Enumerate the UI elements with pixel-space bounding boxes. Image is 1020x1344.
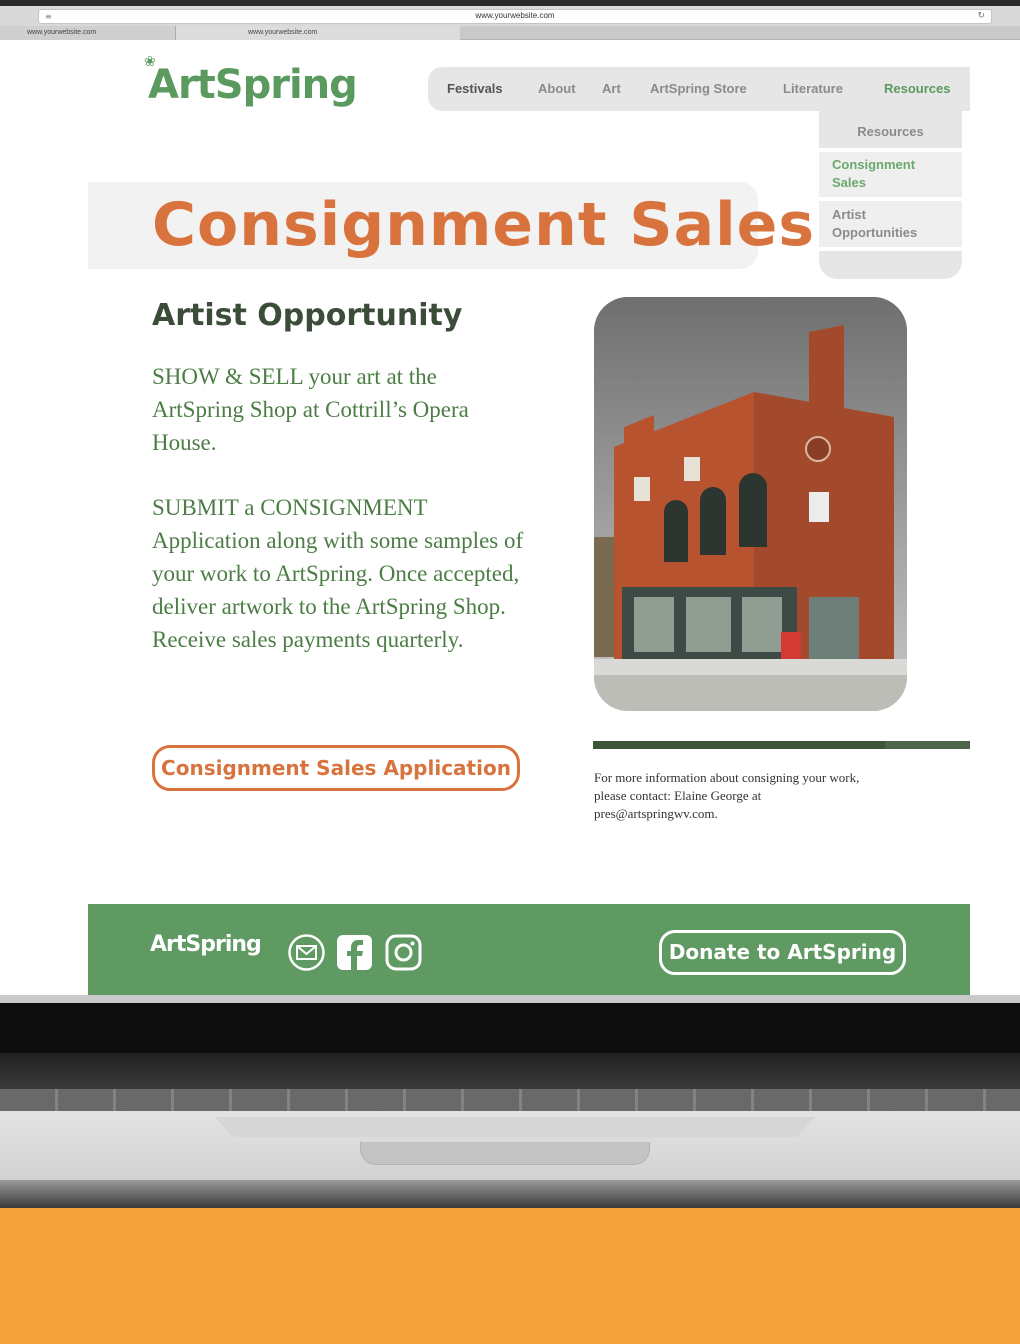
intro-paragraph: SHOW & SELL your art at the ArtSpring Sh…	[152, 364, 469, 455]
footer-logo[interactable]: ArtSpring	[150, 932, 262, 957]
nav-item-about[interactable]: About	[538, 81, 576, 96]
web-page: ❀ ArtSpring Festivals About Art ArtSprin…	[0, 40, 1020, 995]
building-illustration	[594, 297, 907, 711]
page-title: Consignment Sales	[152, 190, 816, 260]
opera-house-photo	[594, 297, 907, 711]
laptop-base-edge	[0, 1180, 1020, 1208]
browser-tab[interactable]: www.yourwebsite.com	[0, 26, 176, 40]
page-title-banner: Consignment Sales	[88, 182, 814, 269]
browser-toolbar: ≡ www.yourwebsite.com ↻	[0, 6, 1020, 26]
laptop-hinge	[0, 1003, 1020, 1053]
instagram-icon[interactable]	[385, 934, 422, 971]
payment-text: Receive sales payments quarterly.	[152, 627, 464, 652]
browser-tab-bar: www.yourwebsite.com www.yourwebsite.com	[0, 26, 1020, 40]
nav-item-festivals[interactable]: Festivals	[447, 81, 503, 96]
section-heading: Artist Opportunity	[152, 298, 463, 333]
consignment-application-button[interactable]: Consignment Sales Application	[152, 745, 520, 791]
facebook-icon[interactable]	[336, 934, 373, 971]
contact-info: For more information about consigning yo…	[594, 770, 860, 821]
nav-item-literature[interactable]: Literature	[783, 81, 843, 96]
dropdown-item-consignment-sales[interactable]: Consignment Sales	[819, 152, 962, 197]
nav-item-resources[interactable]: Resources	[884, 81, 950, 96]
resources-dropdown: Resources Consignment Sales Artist Oppor…	[819, 111, 962, 279]
dropdown-label-line: Opportunities	[832, 225, 918, 240]
artspring-logo[interactable]: ❀ ArtSpring	[144, 54, 358, 108]
mail-icon[interactable]	[288, 934, 325, 971]
address-url: www.yourwebsite.com	[475, 11, 555, 20]
browser-tab[interactable]: www.yourwebsite.com	[176, 26, 460, 40]
screen-bezel	[0, 995, 1020, 1003]
nav-item-art[interactable]: Art	[602, 81, 621, 96]
laptop-keyboard-edge	[0, 1053, 1020, 1089]
address-bar[interactable]: ≡ www.yourwebsite.com ↻	[38, 9, 992, 24]
leaf-icon: ❀	[144, 54, 156, 70]
section-divider-accent	[885, 741, 970, 749]
dropdown-label-line: Artist	[832, 207, 866, 222]
logo-text: ArtSpring	[148, 62, 358, 108]
reload-icon[interactable]: ↻	[977, 11, 985, 21]
dropdown-item-resources[interactable]: Resources	[819, 111, 962, 148]
site-footer: ArtSpring Donate to ArtSpring	[88, 904, 970, 995]
dropdown-label-line: Consignment	[832, 157, 916, 172]
donate-button[interactable]: Donate to ArtSpring	[659, 930, 906, 975]
dropdown-label-line: Sales	[832, 175, 866, 190]
dropdown-divider	[819, 247, 962, 251]
main-navigation: Festivals About Art ArtSpring Store Lite…	[428, 67, 970, 111]
instructions-text: SUBMIT a CONSIGNMENT Application along w…	[152, 495, 524, 619]
nav-item-artspring-store[interactable]: ArtSpring Store	[650, 81, 747, 96]
palm-rest	[215, 1117, 815, 1137]
keyboard-keys	[0, 1089, 1020, 1111]
instructions-paragraph: SUBMIT a CONSIGNMENT Application along w…	[152, 491, 532, 656]
dropdown-item-artist-opportunities[interactable]: Artist Opportunities	[819, 201, 962, 247]
lid-notch	[360, 1142, 650, 1165]
